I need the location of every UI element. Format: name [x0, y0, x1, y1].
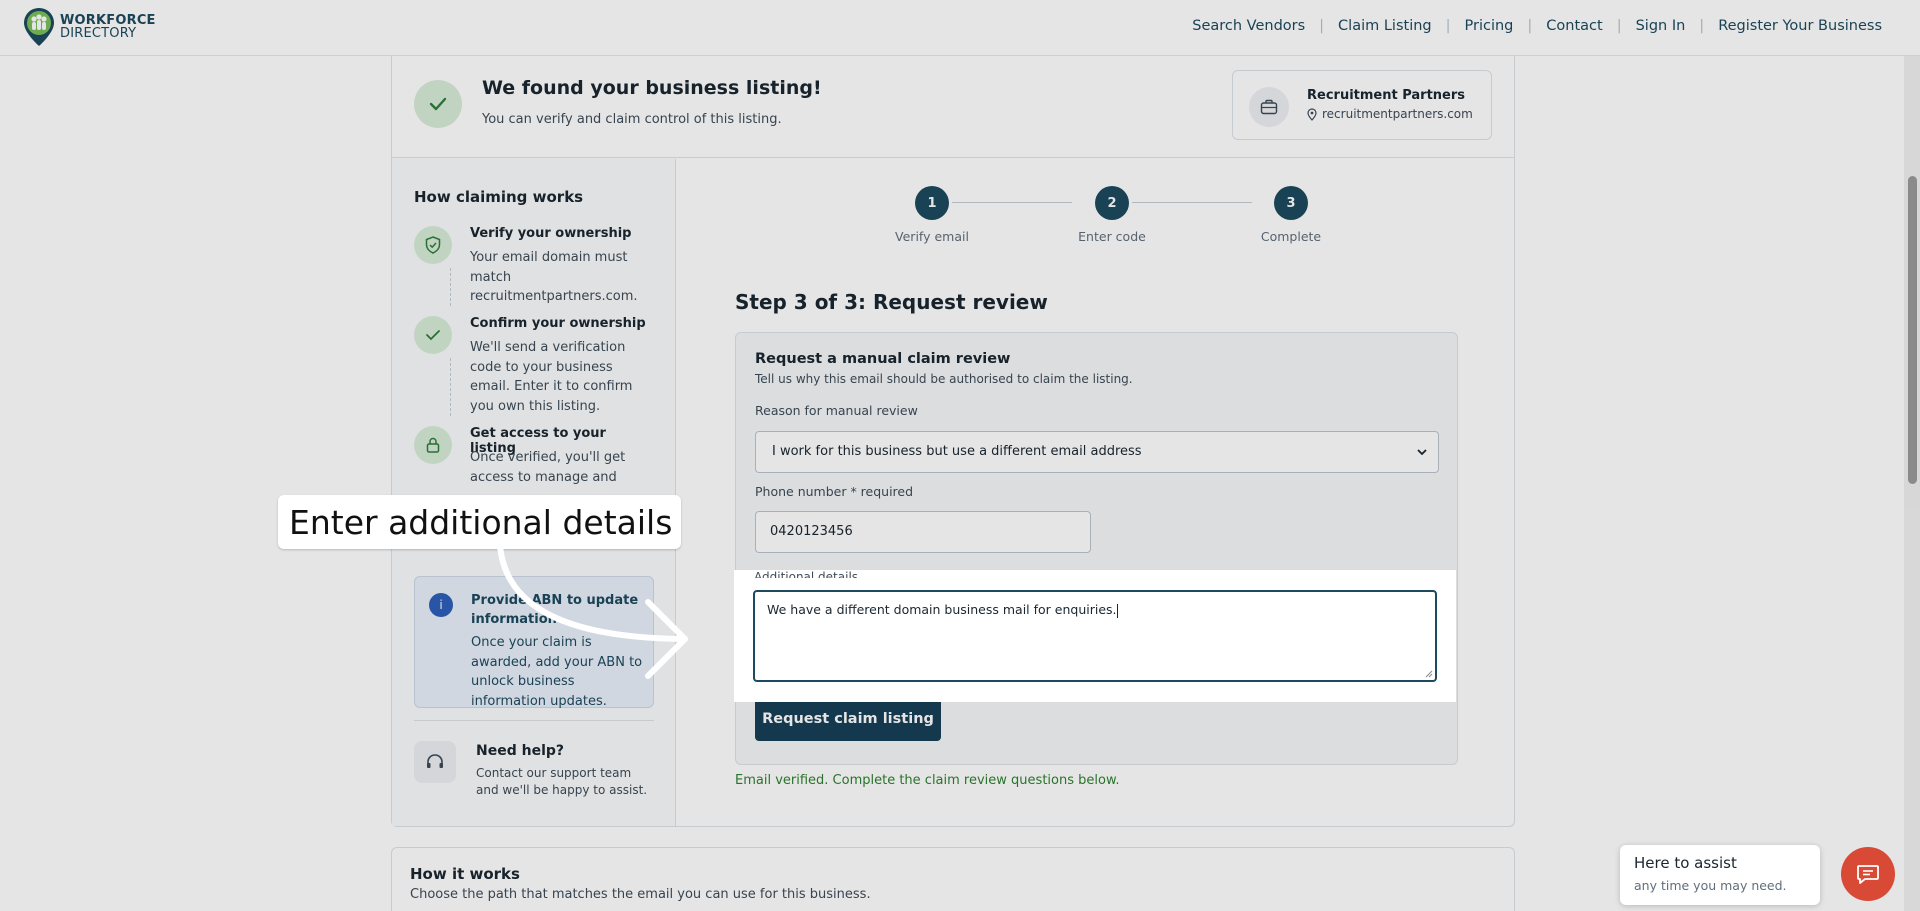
chat-subtitle: any time you may need. [1634, 878, 1787, 893]
resize-handle-icon[interactable] [1425, 670, 1433, 678]
details-textarea[interactable]: We have a different domain business mail… [753, 590, 1437, 682]
text-cursor [1116, 603, 1118, 618]
details-label: Additional details [754, 570, 859, 578]
highlight-spotlight: Additional details We have a different d… [734, 570, 1456, 702]
chat-icon [1857, 865, 1879, 884]
chat-title: Here to assist [1634, 854, 1737, 872]
details-text: We have a different domain business mail… [767, 602, 1117, 617]
chat-button[interactable] [1841, 847, 1895, 901]
chat-greeting[interactable]: Here to assist any time you may need. [1620, 845, 1820, 905]
curved-arrow-icon [497, 542, 688, 679]
tutorial-dim-overlay [0, 0, 1920, 911]
